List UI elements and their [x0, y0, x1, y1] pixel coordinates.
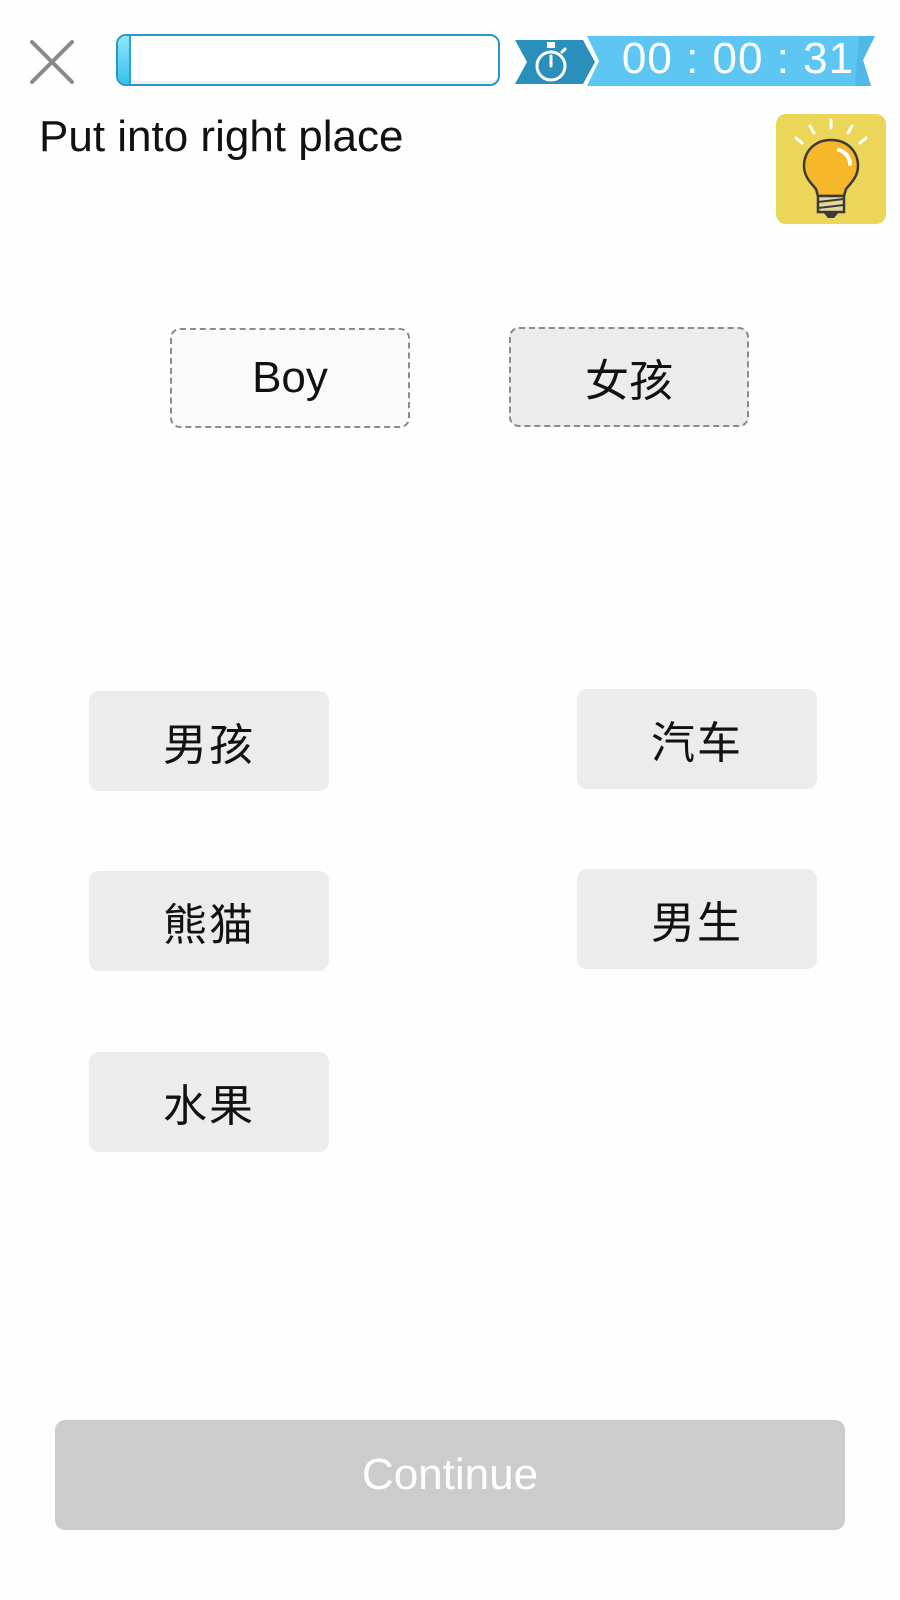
progress-fill: [118, 36, 132, 84]
timer-badge: 00 : 00 : 31: [515, 34, 885, 88]
option-tile-text: 熊猫: [163, 900, 255, 951]
option-tile[interactable]: 熊猫: [89, 871, 329, 971]
close-button[interactable]: [26, 36, 78, 88]
slot-2-text: 女孩: [585, 356, 673, 407]
option-tile-text: 男生: [651, 898, 743, 949]
close-icon: [30, 40, 74, 84]
answer-slot-1[interactable]: Boy: [170, 328, 410, 428]
continue-button[interactable]: Continue: [55, 1420, 845, 1530]
option-tile-text: 水果: [163, 1081, 255, 1132]
hint-button[interactable]: [776, 114, 886, 224]
lightbulb-icon: [794, 118, 868, 218]
answer-slot-2[interactable]: 女孩: [509, 327, 749, 427]
option-tile[interactable]: 水果: [89, 1052, 329, 1152]
option-tile-text: 汽车: [651, 718, 743, 769]
progress-bar: [116, 34, 500, 86]
option-tile[interactable]: 男孩: [89, 691, 329, 791]
timer-text: 00 : 00 : 31: [621, 34, 855, 83]
instruction-text: Put into right place: [39, 112, 404, 161]
exercise-screen: 00 : 00 : 31 Put into right place Boy 女孩: [0, 0, 900, 1600]
option-tile-text: 男孩: [163, 720, 255, 771]
option-tile[interactable]: 汽车: [577, 689, 817, 789]
slot-1-text: Boy: [252, 353, 328, 402]
stopwatch-icon: [535, 42, 567, 82]
option-tile[interactable]: 男生: [577, 869, 817, 969]
